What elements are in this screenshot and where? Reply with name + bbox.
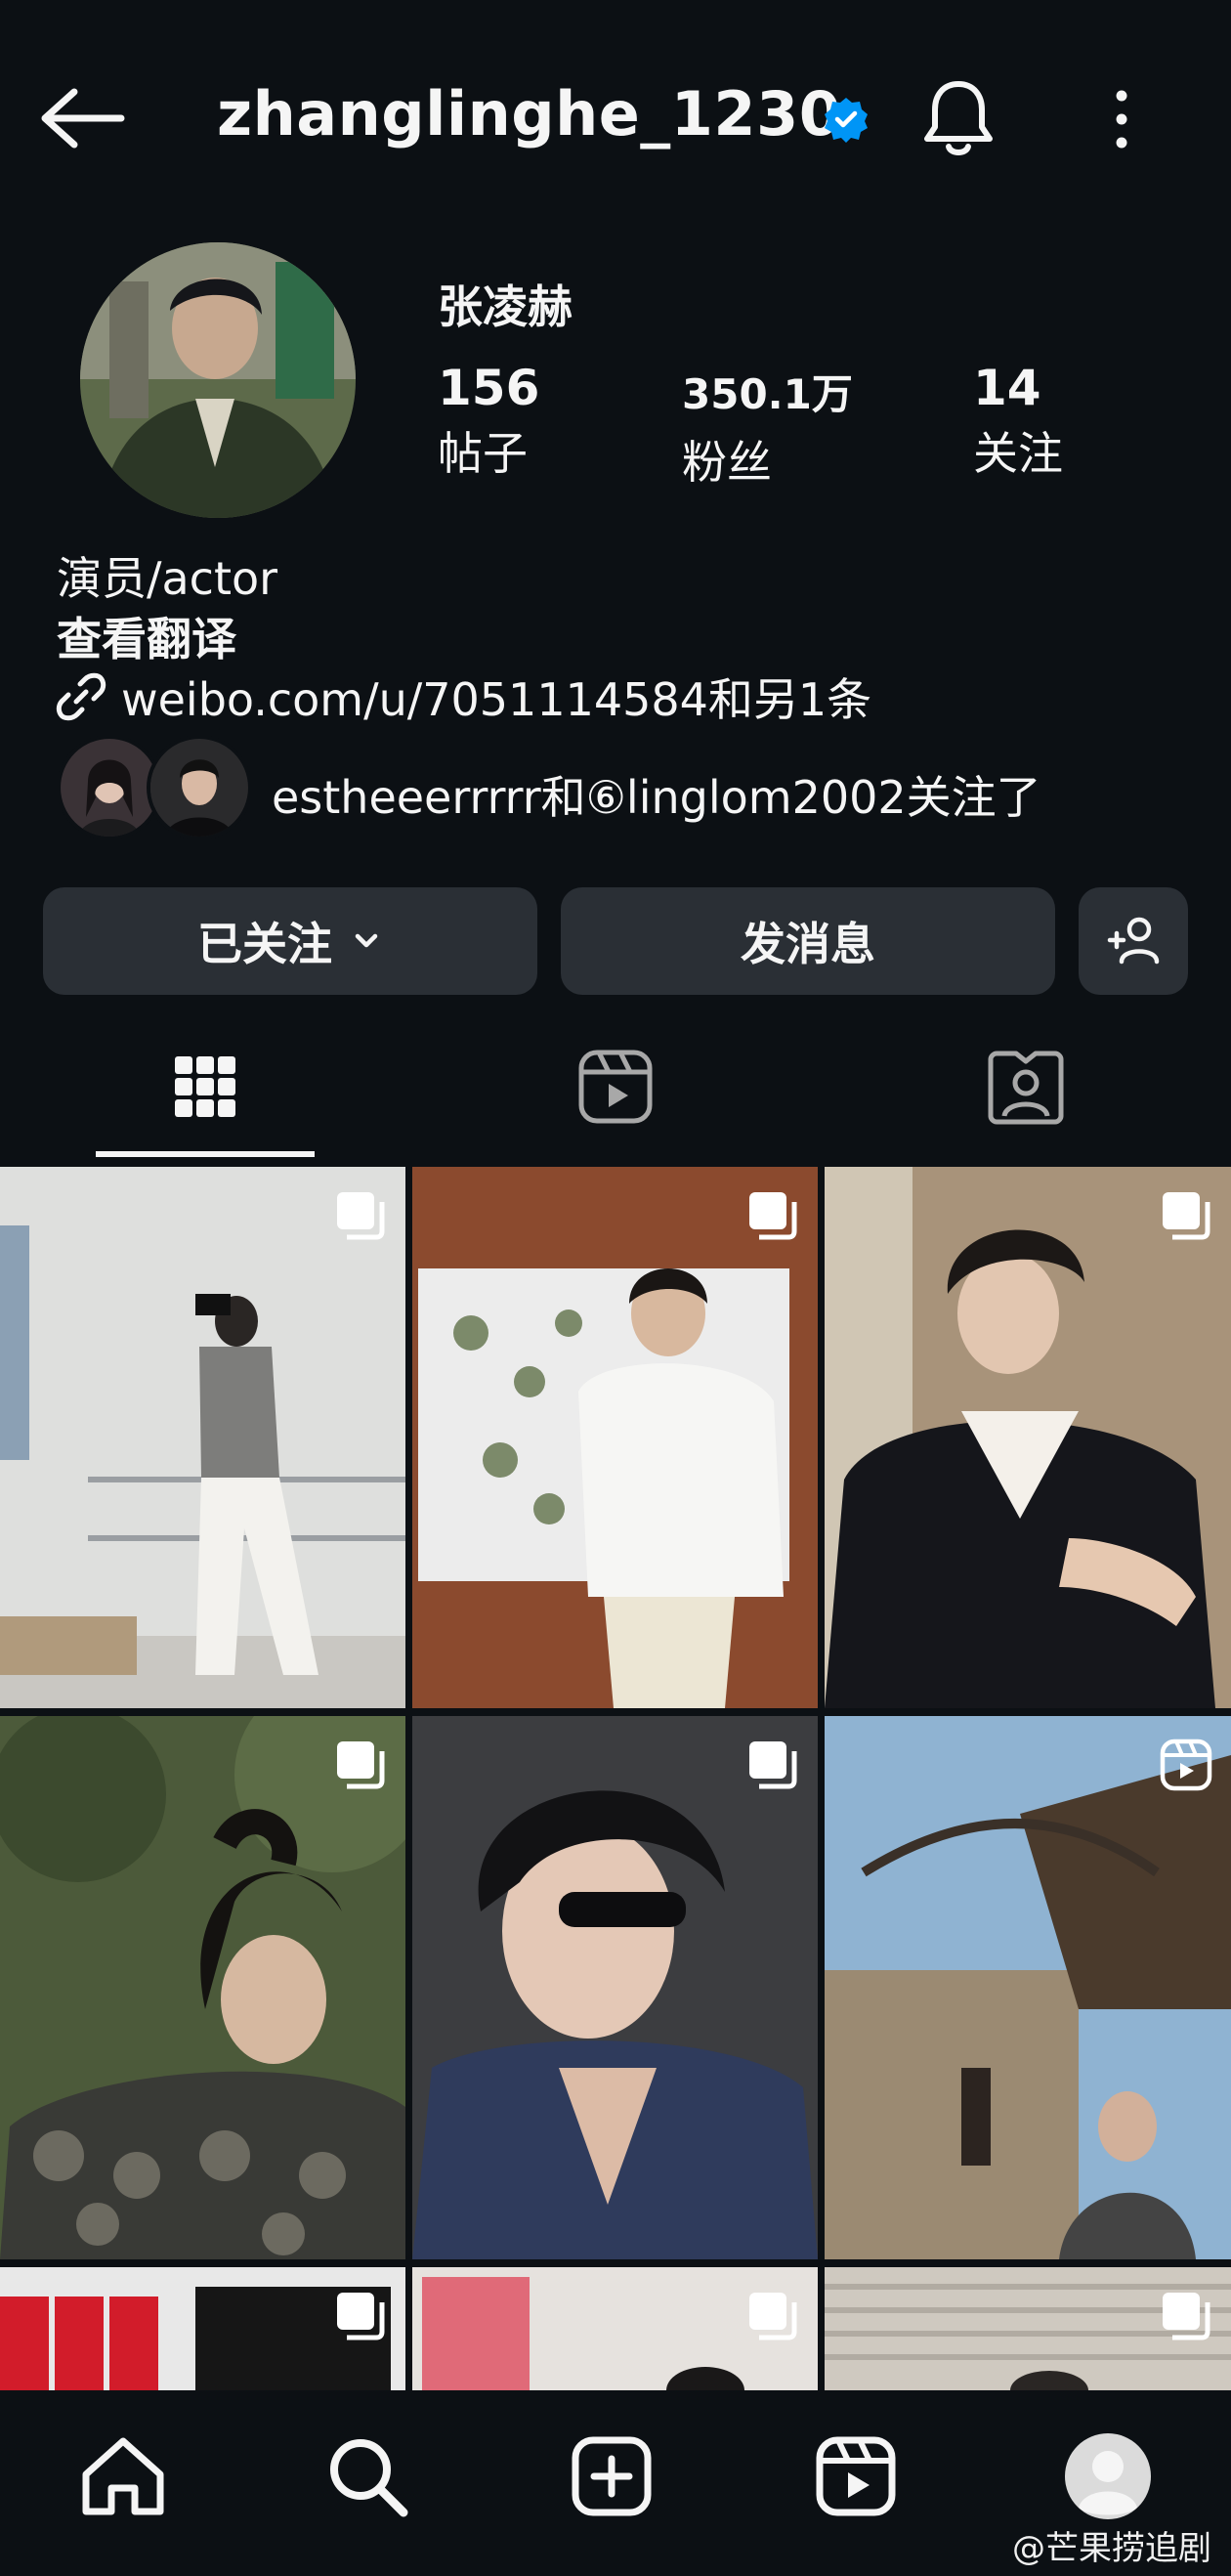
reels-icon	[816, 2436, 896, 2516]
message-label: 发消息	[741, 918, 875, 970]
multi-post-icon	[337, 2293, 385, 2340]
verified-badge-icon	[825, 98, 868, 143]
grid-post-9[interactable]	[825, 2267, 1231, 2390]
grid-post-8[interactable]	[412, 2267, 818, 2390]
multi-post-icon	[1163, 2293, 1210, 2340]
reel-icon	[1160, 1739, 1212, 1791]
tab-posts[interactable]	[96, 1016, 315, 1157]
following-label: 关注	[973, 427, 1063, 480]
watermark: @芒果捞追剧	[1012, 2529, 1211, 2568]
nav-create[interactable]	[563, 2427, 660, 2525]
nav-home[interactable]	[74, 2427, 172, 2525]
following-stat[interactable]: 14 关注	[973, 360, 1063, 483]
grid-post-2[interactable]	[412, 1167, 818, 1708]
posts-label: 帖子	[438, 427, 528, 480]
following-label: 已关注	[197, 918, 332, 970]
nav-search[interactable]	[318, 2427, 416, 2525]
link-text: weibo.com/u/7051114584和另1条	[121, 673, 872, 726]
see-translation-link[interactable]: 查看翻译	[57, 604, 236, 668]
posts-count: 156	[438, 360, 540, 416]
bio-text: 演员/actor	[57, 552, 278, 605]
grid-post-5[interactable]	[412, 1716, 818, 2259]
posts-stat[interactable]: 156 帖子	[438, 360, 539, 483]
username-title: zhanglinghe_1230	[217, 78, 842, 150]
posts-grid-icon	[175, 1056, 235, 1117]
reels-icon	[578, 1050, 653, 1124]
grid-post-4[interactable]	[0, 1716, 405, 2259]
top-bar: zhanglinghe_1230	[0, 0, 1231, 235]
multi-post-icon	[337, 1741, 385, 1789]
nav-profile[interactable]	[1059, 2427, 1157, 2525]
message-button[interactable]: 发消息	[561, 887, 1055, 995]
followed-by-text: estheeerrrrr和⑥linglom2002关注了	[272, 771, 1041, 824]
nav-reels[interactable]	[807, 2427, 905, 2525]
multi-post-icon	[337, 1192, 385, 1240]
multi-post-icon	[1163, 1192, 1210, 1240]
suggest-users-button[interactable]	[1079, 887, 1188, 995]
multi-post-icon	[749, 1741, 797, 1789]
tab-active-indicator	[96, 1151, 315, 1157]
following-count: 14	[973, 360, 1041, 416]
grid-post-3[interactable]	[825, 1167, 1231, 1708]
multi-post-icon	[749, 2293, 797, 2340]
add-user-icon	[1107, 917, 1160, 965]
home-icon	[82, 2437, 164, 2515]
bell-icon[interactable]	[918, 76, 998, 160]
tab-reels[interactable]	[506, 1016, 725, 1157]
following-button[interactable]: 已关注	[43, 887, 537, 995]
grid-post-7[interactable]	[0, 2267, 405, 2390]
display-name: 张凌赫	[438, 280, 573, 333]
tab-tagged[interactable]	[916, 1016, 1135, 1157]
back-arrow-icon[interactable]	[37, 86, 125, 150]
grid-post-1[interactable]	[0, 1167, 405, 1708]
profile-icon	[1065, 2433, 1151, 2519]
followers-count: 350.1万	[682, 370, 853, 418]
search-icon	[330, 2439, 408, 2517]
profile-avatar[interactable]	[80, 242, 356, 518]
followers-label: 粉丝	[682, 436, 772, 489]
chevron-down-icon	[355, 933, 378, 948]
tagged-icon	[988, 1051, 1064, 1125]
multi-post-icon	[749, 1192, 797, 1240]
link-icon	[56, 672, 106, 721]
followers-stat[interactable]: 350.1万 粉丝	[682, 362, 853, 492]
more-vertical-icon[interactable]	[1104, 84, 1139, 154]
create-icon	[572, 2436, 652, 2516]
profile-link[interactable]: weibo.com/u/7051114584和另1条	[55, 665, 871, 729]
mutual-avatar-2	[147, 735, 252, 840]
grid-post-6[interactable]	[825, 1716, 1231, 2259]
